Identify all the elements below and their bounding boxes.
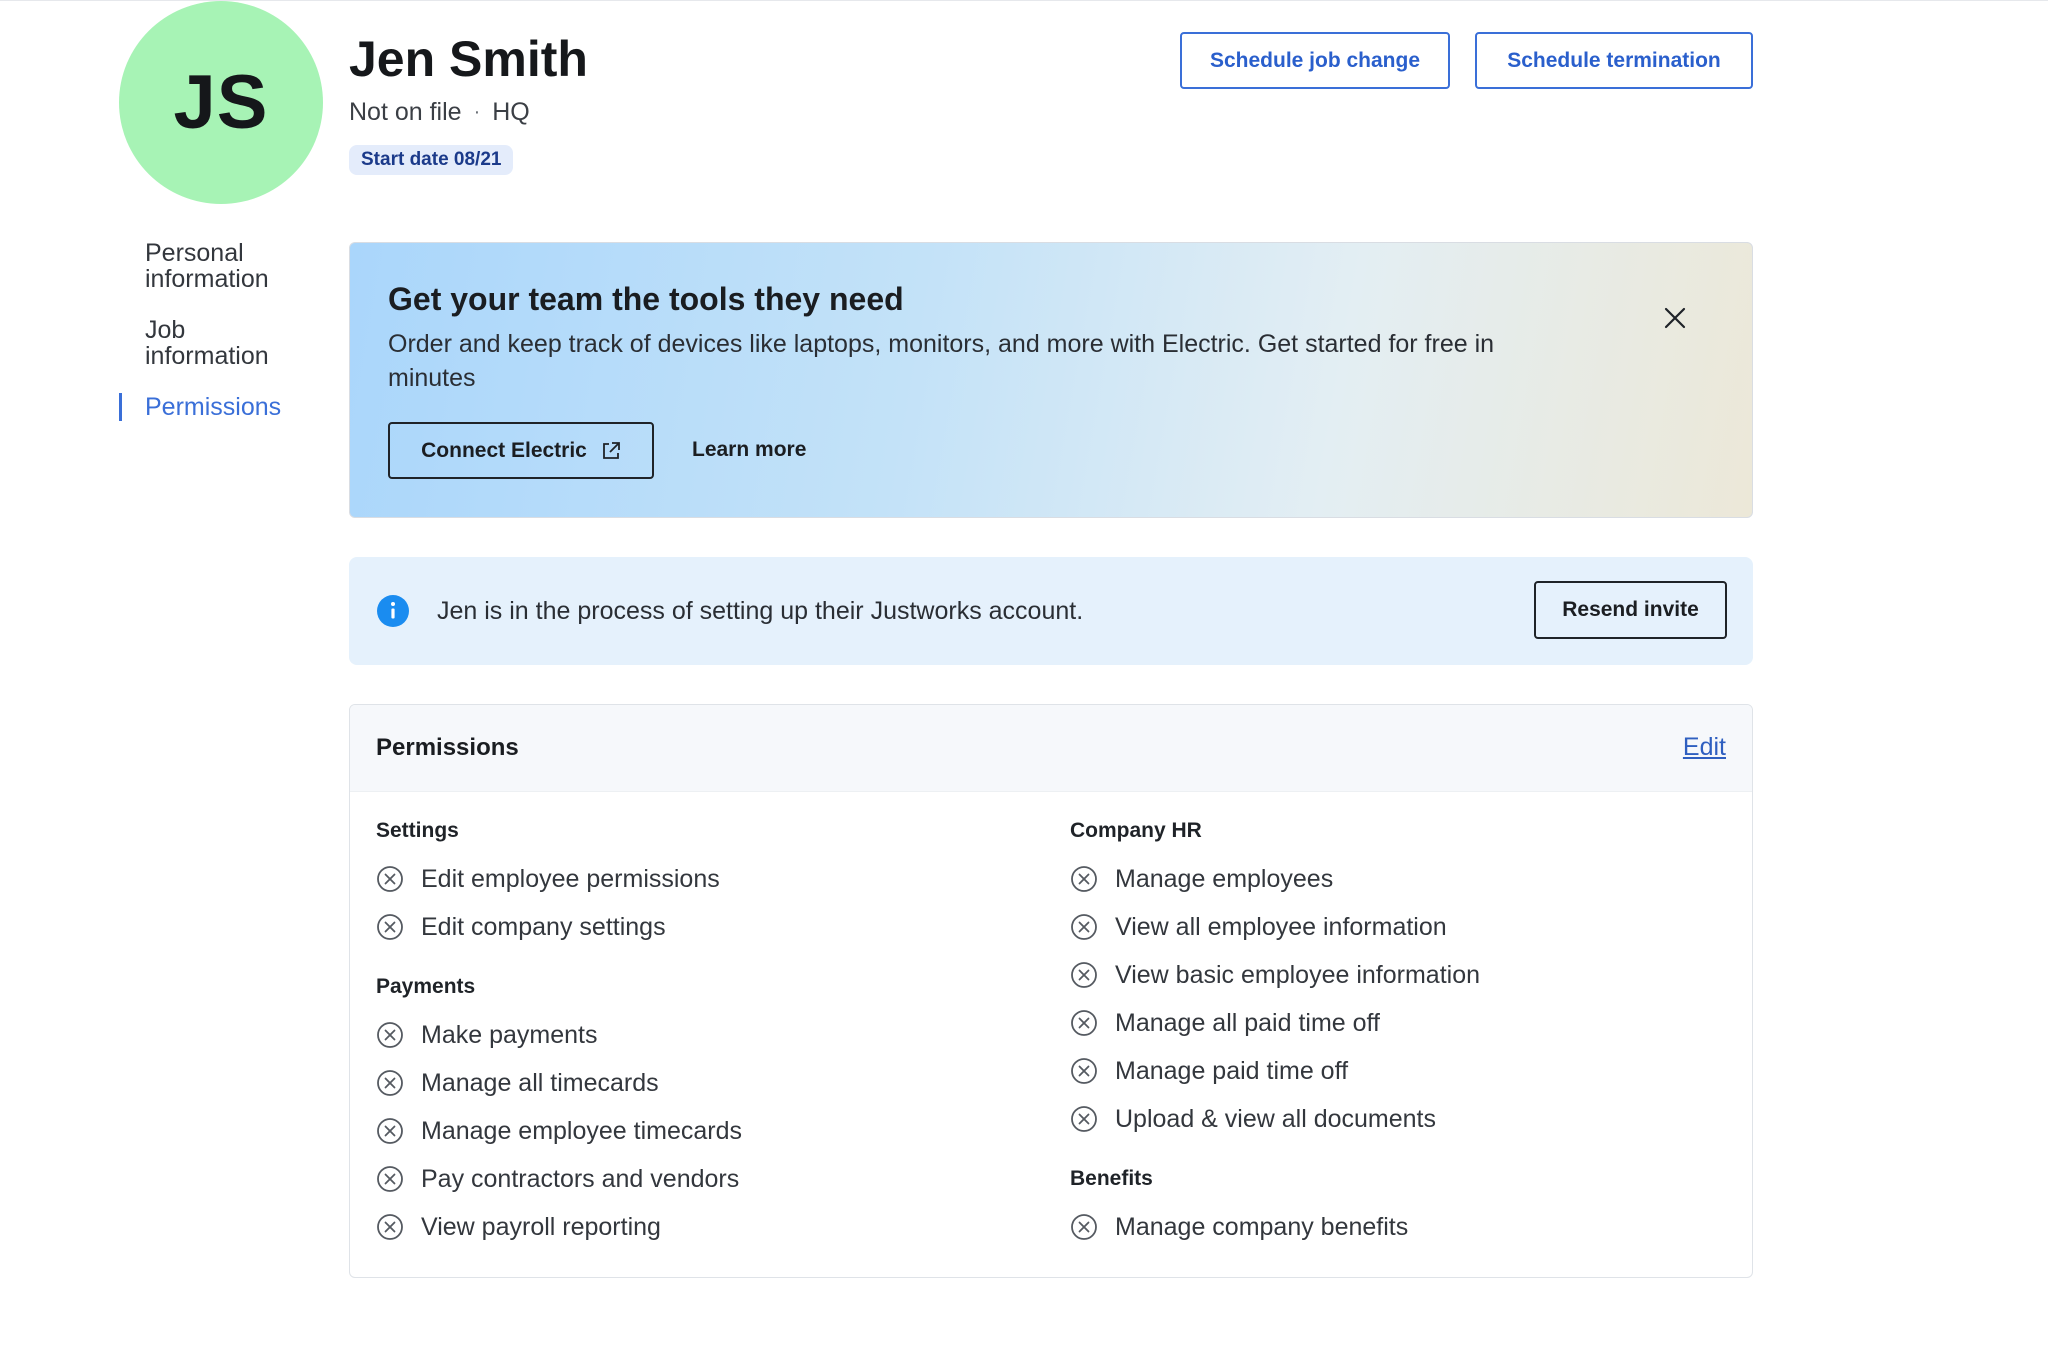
nav-item-permissions[interactable]: Permissions — [119, 393, 319, 421]
permissions-title: Permissions — [376, 734, 519, 761]
circle-x-icon — [377, 1214, 403, 1240]
circle-x-icon — [1071, 1010, 1097, 1036]
permissions-card: Permissions Edit Settings Edit employee … — [349, 704, 1753, 1278]
subtitle-separator: · — [473, 101, 481, 123]
nav-item-label-line2: information — [145, 342, 269, 370]
permission-group-title: Benefits — [1070, 1167, 1153, 1190]
avatar-initials: JS — [173, 60, 269, 145]
schedule-termination-button[interactable]: Schedule termination — [1475, 32, 1753, 89]
circle-x-icon — [377, 866, 403, 892]
permission-group-settings: Settings Edit employee permissions Edit … — [376, 817, 1016, 951]
permission-group-title: Settings — [376, 819, 459, 842]
permission-item: Pay contractors and vendors — [376, 1155, 1016, 1203]
permission-item: Manage paid time off — [1070, 1047, 1710, 1095]
nav-item-label: Personal — [145, 239, 244, 267]
permission-label: View all employee information — [1115, 912, 1447, 941]
electric-promo-banner: Get your team the tools they need Order … — [349, 242, 1753, 518]
employee-title: Not on file — [349, 98, 462, 126]
circle-x-icon — [1071, 914, 1097, 940]
permission-label: Manage all timecards — [421, 1068, 659, 1097]
edit-permissions-link[interactable]: Edit — [1683, 733, 1726, 762]
info-icon — [377, 595, 409, 627]
circle-x-icon — [1071, 1214, 1097, 1240]
permissions-right-column: Company HR Manage employees View all emp… — [1070, 817, 1710, 1251]
circle-x-icon — [377, 1166, 403, 1192]
circle-x-icon — [1071, 1106, 1097, 1132]
permission-item: View payroll reporting — [376, 1203, 1016, 1251]
connect-electric-label: Connect Electric — [421, 438, 587, 462]
account-setup-text: Jen is in the process of setting up thei… — [437, 597, 1084, 625]
start-date-badge: Start date 08/21 — [349, 145, 514, 175]
permissions-left-column: Settings Edit employee permissions Edit … — [376, 817, 1016, 1251]
permission-item: Edit employee permissions — [376, 855, 1016, 903]
promo-text: Order and keep track of devices like lap… — [388, 330, 1495, 392]
permission-label: View basic employee information — [1115, 960, 1481, 989]
nav-item-label: Job — [145, 316, 186, 344]
circle-x-icon — [1071, 866, 1097, 892]
nav-item-job-information[interactable]: Job information — [119, 317, 319, 369]
permissions-card-header: Permissions Edit — [350, 705, 1752, 792]
permission-group-company-hr: Company HR Manage employees View all emp… — [1070, 817, 1710, 1143]
permission-item: Manage employee timecards — [376, 1107, 1016, 1155]
permission-item: Manage company benefits — [1070, 1203, 1710, 1251]
circle-x-icon — [1071, 1058, 1097, 1084]
permission-label: Pay contractors and vendors — [421, 1164, 740, 1193]
permission-label: Manage paid time off — [1115, 1056, 1349, 1085]
permission-item: Manage all paid time off — [1070, 999, 1710, 1047]
circle-x-icon — [377, 1118, 403, 1144]
top-divider — [0, 0, 2048, 1]
schedule-job-change-button[interactable]: Schedule job change — [1180, 32, 1450, 89]
close-icon-glyph — [1664, 307, 1686, 329]
nav-item-personal-information[interactable]: Personal information — [119, 240, 319, 292]
permission-label: Manage employee timecards — [421, 1116, 742, 1145]
permission-group-benefits: Benefits Manage company benefits — [1070, 1165, 1710, 1251]
close-icon[interactable] — [1660, 303, 1690, 333]
permission-item: Edit company settings — [376, 903, 1016, 951]
permission-item: Manage all timecards — [376, 1059, 1016, 1107]
resend-invite-button[interactable]: Resend invite — [1534, 581, 1727, 639]
external-link-icon — [602, 441, 620, 459]
permission-item: View basic employee information — [1070, 951, 1710, 999]
permission-item: Make payments — [376, 1011, 1016, 1059]
circle-x-icon — [1071, 962, 1097, 988]
account-setup-notice: Jen is in the process of setting up thei… — [349, 557, 1753, 665]
permission-label: Edit employee permissions — [421, 864, 720, 893]
permission-group-title: Company HR — [1070, 819, 1202, 842]
employee-subtitle: Not on file · HQ — [349, 96, 530, 128]
employee-location: HQ — [492, 98, 530, 126]
permission-label: Edit company settings — [421, 912, 666, 941]
circle-x-icon — [377, 1070, 403, 1096]
permission-label: Make payments — [421, 1020, 598, 1049]
promo-title: Get your team the tools they need — [388, 281, 904, 317]
employee-name: Jen Smith — [349, 31, 588, 87]
permission-group-title: Payments — [376, 975, 476, 998]
permission-item: Manage employees — [1070, 855, 1710, 903]
permission-label: Manage employees — [1115, 864, 1334, 893]
profile-side-nav: Personal information Job information Per… — [119, 240, 319, 445]
connect-electric-button[interactable]: Connect Electric — [388, 422, 654, 479]
permission-label: View payroll reporting — [421, 1212, 661, 1241]
permission-label: Manage all paid time off — [1115, 1008, 1380, 1037]
permission-item: View all employee information — [1070, 903, 1710, 951]
nav-item-label: Permissions — [145, 393, 282, 421]
circle-x-icon — [377, 1022, 403, 1048]
permission-item: Upload & view all documents — [1070, 1095, 1710, 1143]
avatar: JS — [119, 1, 323, 204]
learn-more-link[interactable]: Learn more — [692, 438, 806, 462]
permission-group-payments: Payments Make payments Manage all timeca… — [376, 973, 1016, 1251]
permission-label: Manage company benefits — [1115, 1212, 1409, 1241]
permission-label: Upload & view all documents — [1115, 1104, 1436, 1133]
circle-x-icon — [377, 914, 403, 940]
nav-item-label-line2: information — [145, 265, 269, 293]
